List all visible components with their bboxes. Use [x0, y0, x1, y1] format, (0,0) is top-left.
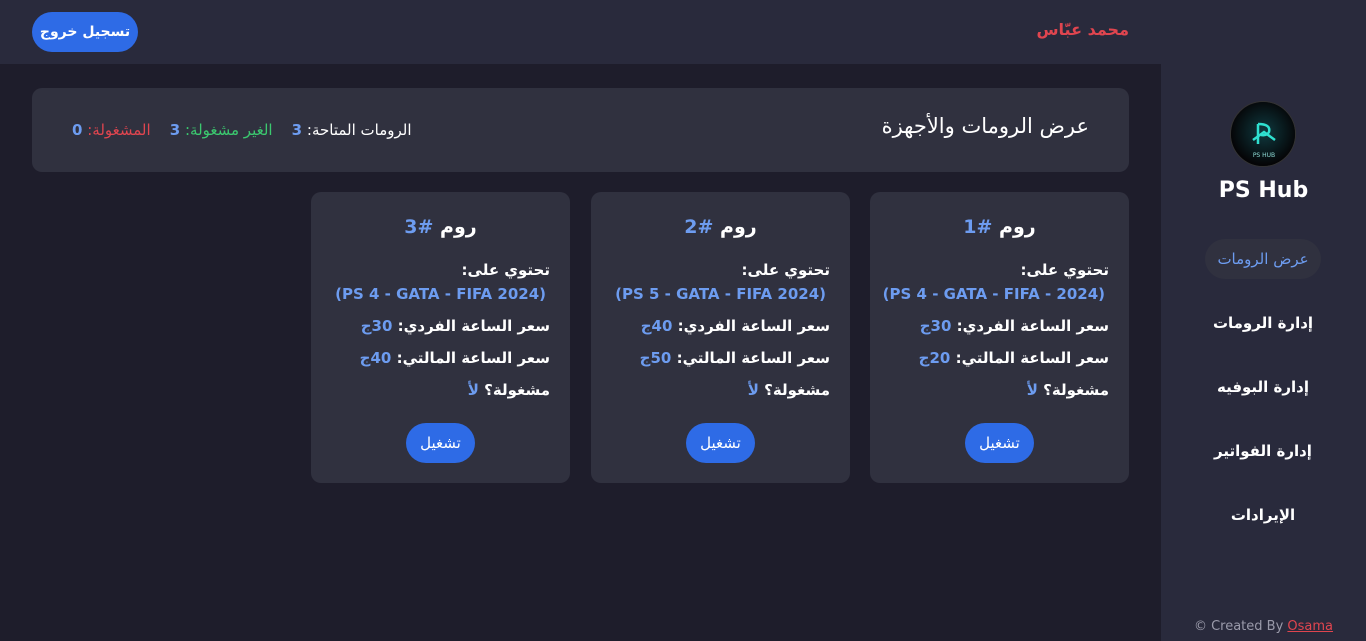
busy-value: لأ — [467, 381, 479, 399]
single-price-value: 30ج — [919, 317, 952, 335]
room-number: #1 — [963, 216, 993, 238]
run-room-button[interactable]: تشغيل — [406, 423, 475, 463]
room-card: روم #2 تحتوي على: (PS 5 - GATA - FIFA 20… — [591, 192, 850, 483]
room-title: روم #1 — [870, 216, 1129, 238]
multi-price-value: 40ج — [359, 349, 392, 367]
busy-line: مشغولة؟ لأ — [468, 381, 550, 399]
room-card: روم #1 تحتوي على: (PS 4 - GATA - FIFA - … — [870, 192, 1129, 483]
credit-author-link[interactable]: Osama — [1287, 619, 1333, 634]
busy-value: لأ — [1026, 381, 1038, 399]
brand-name: PS Hub — [1218, 178, 1309, 203]
multi-price-label: سعر الساعة المالتي: — [955, 349, 1109, 367]
page-title: عرض الرومات والأجهزة — [881, 114, 1089, 138]
room-devices: (PS 4 - GATA - FIFA 2024) — [335, 285, 546, 303]
single-price-line: سعر الساعة الفردي: 30ج — [361, 317, 550, 335]
room-devices-value: (PS 4 - GATA - FIFA - 2024) — [882, 285, 1105, 303]
room-devices-value: (PS 4 - GATA - FIFA 2024) — [335, 285, 546, 303]
svg-text:PS HUB: PS HUB — [1253, 152, 1275, 159]
single-price-label: سعر الساعة الفردي: — [677, 317, 830, 335]
busy-label: مشغولة؟ — [1043, 381, 1109, 399]
busy-label: مشغولة؟ — [484, 381, 550, 399]
user-name: محمد عبّاس — [1036, 20, 1129, 39]
busy-rooms-label: المشغولة: — [87, 121, 151, 139]
room-title-label: روم — [440, 216, 477, 238]
multi-price-line: سعر الساعة المالتي: 20ج — [919, 349, 1109, 367]
top-bar: تسجيل خروج محمد عبّاس — [0, 0, 1161, 64]
room-title: روم #3 — [311, 216, 570, 238]
room-title-label: روم — [999, 216, 1036, 238]
single-price-label: سعر الساعة الفردي: — [397, 317, 550, 335]
contains-label: تحتوي على: — [461, 261, 550, 279]
room-title-label: روم — [720, 216, 757, 238]
run-room-button[interactable]: تشغيل — [686, 423, 755, 463]
single-price-value: 30ج — [360, 317, 393, 335]
rooms-stats: الرومات المتاحة: 3 الغير مشغولة: 3 المشغ… — [72, 121, 412, 139]
busy-label: مشغولة؟ — [764, 381, 830, 399]
busy-line: مشغولة؟ لأ — [1027, 381, 1109, 399]
room-number: #3 — [404, 216, 434, 238]
available-rooms-label: الرومات المتاحة: — [306, 121, 412, 139]
multi-price-line: سعر الساعة المالتي: 50ج — [640, 349, 830, 367]
single-price-line: سعر الساعة الفردي: 30ج — [920, 317, 1109, 335]
single-price-label: سعر الساعة الفردي: — [956, 317, 1109, 335]
credit: © Created By Osama — [1161, 619, 1366, 634]
busy-rooms-count: 0 — [72, 121, 83, 139]
sidebar-item-manage-buffet[interactable]: إدارة البوفيه — [1205, 367, 1321, 407]
room-devices-value: (PS 5 - GATA - FIFA 2024) — [615, 285, 826, 303]
busy-value: لأ — [747, 381, 759, 399]
room-devices: (PS 4 - GATA - FIFA - 2024) — [883, 285, 1105, 303]
rooms-header-card: عرض الرومات والأجهزة الرومات المتاحة: 3 … — [32, 88, 1129, 172]
single-price-value: 40ج — [640, 317, 673, 335]
room-card: روم #3 تحتوي على: (PS 4 - GATA - FIFA 20… — [311, 192, 570, 483]
multi-price-value: 50ج — [639, 349, 672, 367]
free-rooms-label: الغير مشغولة: — [184, 121, 273, 139]
multi-price-label: سعر الساعة المالتي: — [396, 349, 550, 367]
run-room-button[interactable]: تشغيل — [965, 423, 1034, 463]
multi-price-label: سعر الساعة المالتي: — [676, 349, 830, 367]
credit-prefix: © Created By — [1193, 619, 1284, 634]
sidebar-item-view-rooms[interactable]: عرض الرومات — [1205, 239, 1321, 279]
free-rooms-count: 3 — [169, 121, 181, 139]
single-price-line: سعر الساعة الفردي: 40ج — [641, 317, 830, 335]
available-rooms-count: 3 — [291, 121, 303, 139]
contains-label: تحتوي على: — [741, 261, 830, 279]
multi-price-line: سعر الساعة المالتي: 40ج — [360, 349, 550, 367]
room-title: روم #2 — [591, 216, 850, 238]
multi-price-value: 20ج — [918, 349, 951, 367]
contains-label: تحتوي على: — [1020, 261, 1109, 279]
logout-button[interactable]: تسجيل خروج — [32, 12, 138, 52]
sidebar-item-manage-invoices[interactable]: إدارة الفواتير — [1205, 431, 1321, 471]
room-number: #2 — [684, 216, 714, 238]
room-devices: (PS 5 - GATA - FIFA 2024) — [615, 285, 826, 303]
busy-line: مشغولة؟ لأ — [748, 381, 830, 399]
sidebar-item-manage-rooms[interactable]: إدارة الرومات — [1205, 303, 1321, 343]
sidebar-item-revenue[interactable]: الإيرادات — [1205, 495, 1321, 535]
sidebar: PS HUB PS Hub عرض الرومات إدارة الرومات … — [1161, 0, 1366, 641]
ps-hub-logo: PS HUB — [1230, 101, 1296, 167]
